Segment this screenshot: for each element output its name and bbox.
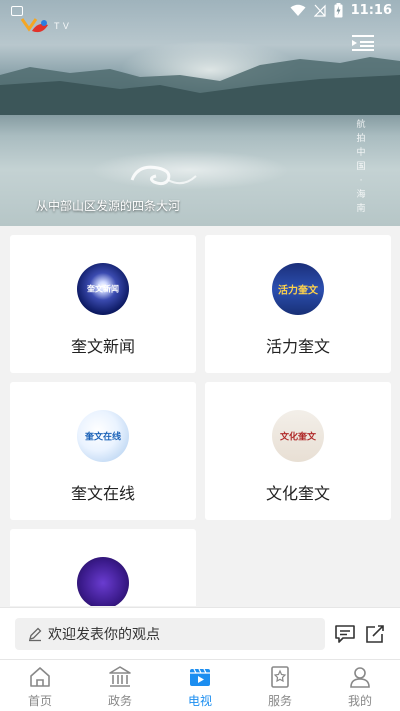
comments-icon[interactable] (334, 623, 356, 645)
channel-card-culture-kuiwen[interactable]: 文化奎文 文化奎文 (205, 382, 391, 520)
fifth-channel-logo-icon (77, 557, 129, 606)
comment-input[interactable]: 欢迎发表你的观点 (15, 618, 325, 650)
channel-label: 奎文在线 (70, 484, 135, 503)
no-signal-icon (313, 4, 326, 17)
channel-card-kuiwen-online[interactable]: 奎文在线 奎文在线 (10, 382, 196, 520)
nav-label-home: 首页 (27, 694, 52, 708)
comment-placeholder: 欢迎发表你的观点 (48, 627, 160, 643)
channel-card-vital-kuiwen[interactable]: 活力奎文 活力奎文 (205, 235, 391, 373)
station-logo-mark (20, 18, 48, 33)
nav-item-home[interactable]: 首页 (0, 660, 80, 711)
tv-icon (190, 668, 210, 686)
battery-charging-icon (334, 3, 343, 18)
watermark-swirl-icon (130, 165, 197, 186)
nav-item-service[interactable]: 服务 (240, 660, 320, 711)
nav-item-government[interactable]: 政务 (80, 660, 160, 711)
nav-item-profile[interactable]: 我的 (320, 660, 400, 711)
bottom-navigation: 首页 政务 电视 服务 我的 (0, 659, 400, 711)
nav-label-tv: 电视 (187, 694, 212, 708)
wifi-icon (290, 4, 306, 16)
channel-label: 奎文新闻 (70, 337, 135, 356)
channel-label: 文化奎文 (265, 484, 330, 503)
mountain-silhouette (0, 57, 400, 115)
service-icon (271, 666, 289, 688)
nav-label-profile: 我的 (347, 694, 372, 708)
government-icon (109, 666, 131, 687)
profile-icon (350, 667, 370, 688)
logo-text: T V (54, 21, 70, 31)
channel-card-fifth[interactable] (10, 529, 196, 606)
playlist-icon[interactable] (352, 34, 374, 52)
pencil-icon (29, 627, 42, 642)
culture-kuiwen-logo-icon: 文化奎文 (272, 410, 324, 462)
nav-item-tv[interactable]: 电视 (160, 660, 240, 711)
channel-grid: 奎文新闻 奎文新闻 活力奎文 活力奎文 奎文在线 奎文在线 文化奎文 文化奎文 (0, 226, 400, 606)
vital-kuiwen-logo-icon: 活力奎文 (272, 263, 324, 315)
station-logo: T V (20, 14, 69, 38)
comment-bar: 欢迎发表你的观点 (0, 607, 400, 659)
vertical-title: 航 拍 中 国 · 海 南 (356, 120, 366, 214)
share-icon[interactable] (364, 623, 386, 645)
video-caption: 从中部山区发源的四条大河 (36, 199, 181, 213)
status-time: 11:16 (350, 3, 392, 18)
video-player[interactable]: 11:16 T V 航 拍 中 国 · 海 南 从中部山区发源的四条大河 (0, 0, 400, 226)
kuiwen-online-logo-icon: 奎文在线 (77, 410, 129, 462)
nav-label-service: 服务 (267, 694, 292, 708)
channel-label: 活力奎文 (265, 337, 330, 356)
nav-label-government: 政务 (107, 694, 132, 708)
kuiwen-news-logo-icon: 奎文新闻 (77, 263, 129, 315)
channel-card-kuiwen-news[interactable]: 奎文新闻 奎文新闻 (10, 235, 196, 373)
home-icon (30, 667, 50, 687)
